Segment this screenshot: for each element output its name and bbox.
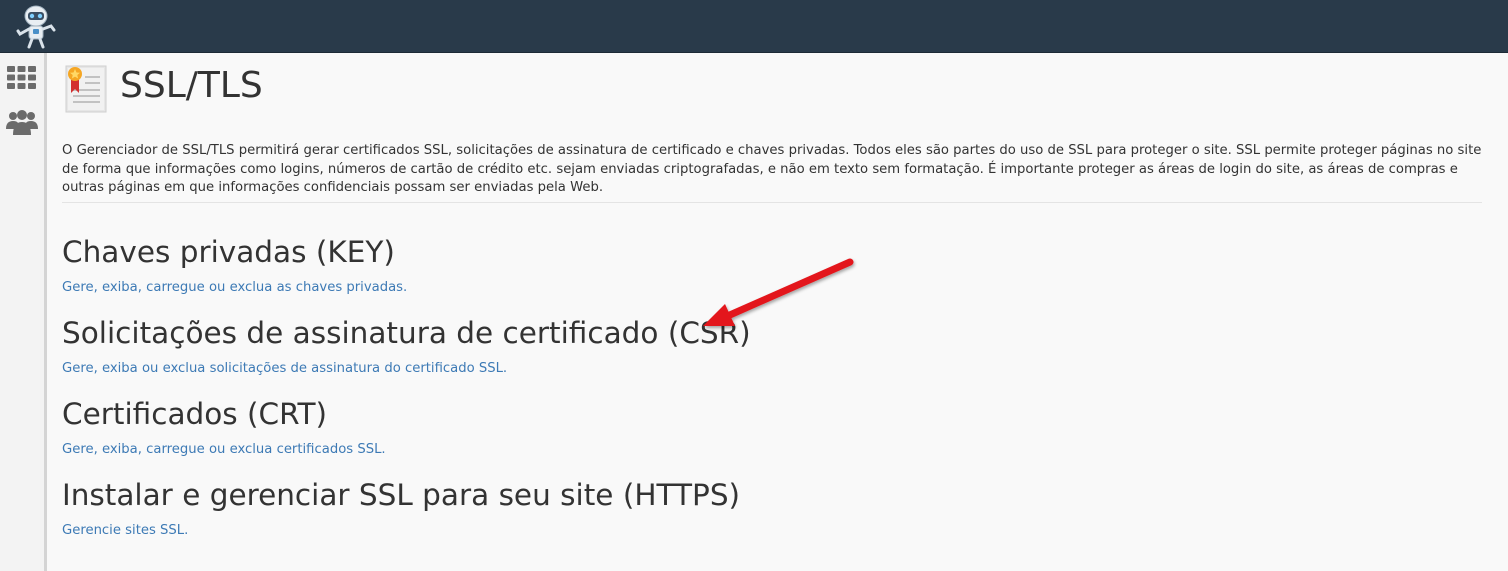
page-description: O Gerenciador de SSL/TLS permitirá gerar… [62,143,1482,195]
red-arrow-pointer-icon [703,258,854,326]
robot-logo-icon[interactable] [15,4,57,50]
apps-grid-icon[interactable] [6,63,38,93]
top-header-bar [0,0,1508,53]
certificate-icon [65,65,107,113]
section-divider [62,202,1482,203]
link-manage-private-keys[interactable]: Gere, exiba, carregue ou exclua as chave… [62,279,407,297]
section-title-csr: Solicitações de assinatura de certificad… [62,316,751,350]
link-manage-certificates[interactable]: Gere, exiba, carregue ou exclua certific… [62,441,386,459]
users-group-icon[interactable] [6,107,38,137]
section-title-certificates: Certificados (CRT) [62,397,328,431]
link-manage-ssl-sites[interactable]: Gerencie sites SSL. [62,522,188,540]
link-manage-csr[interactable]: Gere, exiba ou exclua solicitações de as… [62,360,507,378]
page-title: SSL/TLS [120,65,263,106]
section-title-install-ssl: Instalar e gerenciar SSL para seu site (… [62,478,741,512]
left-sidebar [0,53,47,571]
section-title-private-keys: Chaves privadas (KEY) [62,235,395,269]
